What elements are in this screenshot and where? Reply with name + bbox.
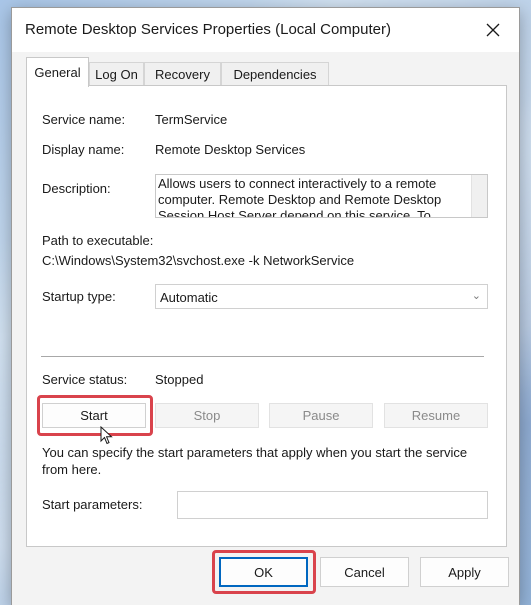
- title-bar: Remote Desktop Services Properties (Loca…: [12, 8, 519, 52]
- properties-dialog: Remote Desktop Services Properties (Loca…: [11, 7, 520, 605]
- tab-recovery[interactable]: Recovery: [144, 62, 221, 85]
- start-params-label: Start parameters:: [42, 497, 143, 512]
- close-icon: [486, 23, 500, 37]
- description-label: Description:: [42, 181, 111, 196]
- pause-button[interactable]: Pause: [269, 403, 373, 428]
- tab-general-label: General: [34, 65, 81, 80]
- start-button[interactable]: Start: [42, 403, 146, 428]
- description-scrollbar[interactable]: [471, 175, 487, 217]
- tab-dependencies[interactable]: Dependencies: [221, 62, 329, 85]
- stop-button[interactable]: Stop: [155, 403, 259, 428]
- tab-recovery-label: Recovery: [155, 66, 210, 82]
- startup-type-value: Automatic: [160, 290, 218, 305]
- start-params-input[interactable]: [177, 491, 488, 519]
- start-params-help-text: You can specify the start parameters tha…: [42, 445, 468, 477]
- description-textbox[interactable]: Allows users to connect interactively to…: [155, 174, 488, 218]
- display-name-label: Display name:: [42, 142, 125, 157]
- resume-button[interactable]: Resume: [384, 403, 488, 428]
- path-label: Path to executable:: [42, 233, 154, 248]
- cancel-button[interactable]: Cancel: [320, 557, 409, 587]
- window-title: Remote Desktop Services Properties (Loca…: [25, 21, 391, 38]
- divider: [41, 356, 484, 358]
- tab-log-on[interactable]: Log On: [89, 62, 144, 85]
- ok-button[interactable]: OK: [219, 557, 308, 587]
- general-tab-panel: Service name: TermService Display name: …: [26, 85, 507, 547]
- description-text: Allows users to connect interactively to…: [158, 176, 442, 218]
- apply-button[interactable]: Apply: [420, 557, 509, 587]
- startup-type-label: Startup type:: [42, 289, 116, 304]
- close-button[interactable]: [475, 14, 511, 46]
- startup-type-select[interactable]: Automatic ⌄: [155, 284, 488, 309]
- tab-log-on-label: Log On: [95, 66, 138, 82]
- service-status-label: Service status:: [42, 372, 128, 387]
- service-name-label: Service name:: [42, 112, 126, 127]
- service-status-value: Stopped: [155, 372, 204, 387]
- tab-general[interactable]: General: [26, 57, 89, 87]
- chevron-down-icon: ⌄: [471, 290, 481, 302]
- display-name-value: Remote Desktop Services: [155, 142, 306, 157]
- service-name-value: TermService: [155, 112, 228, 127]
- tab-dependencies-label: Dependencies: [233, 66, 317, 82]
- path-value: C:\Windows\System32\svchost.exe -k Netwo…: [42, 253, 355, 268]
